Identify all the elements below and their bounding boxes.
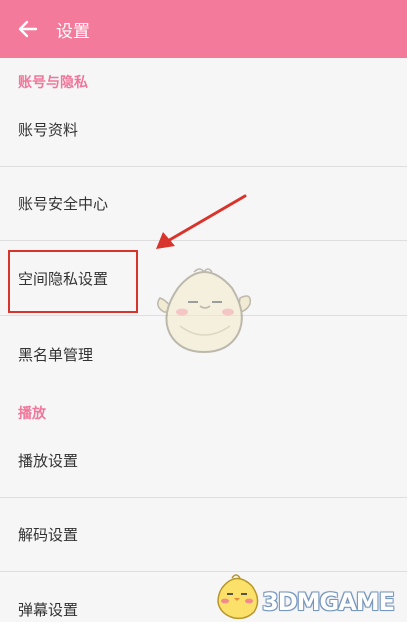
watermark-mascot-icon: [217, 574, 259, 620]
watermark-text: 3DMGAME: [262, 588, 395, 616]
mascot-chick-icon: [157, 268, 252, 354]
menu-item-decode-settings[interactable]: 解码设置: [0, 498, 407, 572]
menu-item-label: 播放设置: [18, 452, 79, 470]
pointer-arrow-icon: [156, 194, 247, 249]
menu-item-label: 账号资料: [18, 121, 79, 139]
menu-item-label: 黑名单管理: [18, 345, 94, 364]
back-button[interactable]: [0, 0, 56, 58]
arrow-left-icon: [18, 20, 38, 38]
top-app-bar: 设置: [0, 0, 407, 58]
page-title: 设置: [56, 21, 90, 42]
menu-item-label: 解码设置: [18, 526, 79, 544]
menu-item-playback-settings[interactable]: 播放设置: [0, 424, 407, 498]
menu-item-label: 账号安全中心: [18, 195, 109, 213]
section-title-playback: 播放: [18, 406, 46, 422]
menu-item-account-profile[interactable]: 账号资料: [0, 93, 407, 167]
section-title-account-privacy: 账号与隐私: [18, 75, 88, 91]
highlight-box-annotation: [8, 250, 138, 313]
menu-item-label: 弹幕设置: [18, 600, 79, 619]
